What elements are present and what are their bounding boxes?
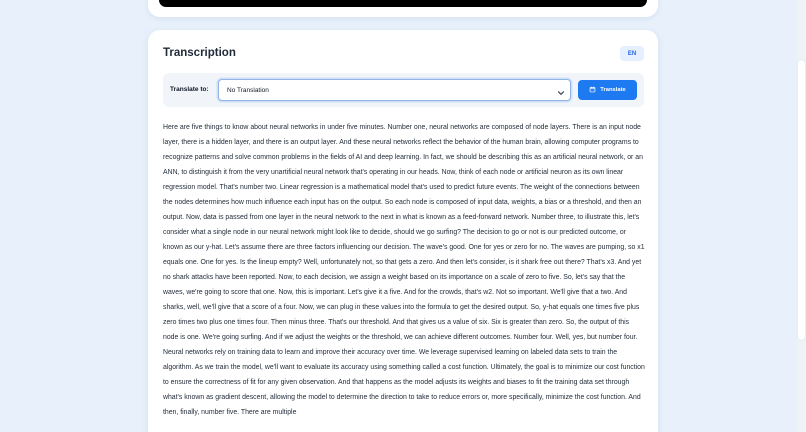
video-card — [148, 0, 658, 17]
translation-language-select[interactable]: No Translation — [218, 79, 571, 101]
select-value: No Translation — [227, 87, 269, 94]
translate-bar: Translate to: No Translation Translate — [163, 73, 644, 107]
transcription-card: Transcription EN Translate to: No Transl… — [148, 30, 658, 432]
video-player[interactable] — [159, 0, 647, 7]
page-scrollbar[interactable] — [797, 0, 806, 432]
transcript-text: Here are five things to know about neura… — [163, 124, 645, 416]
translate-label: Translate to: — [170, 86, 209, 93]
chevron-down-icon — [556, 85, 566, 95]
translate-button-label: Translate — [600, 87, 626, 93]
translate-icon — [589, 86, 596, 95]
language-badge: EN — [620, 46, 644, 61]
transcription-title: Transcription — [163, 47, 236, 59]
scrollbar-thumb[interactable] — [798, 60, 805, 340]
translate-button[interactable]: Translate — [578, 80, 637, 100]
